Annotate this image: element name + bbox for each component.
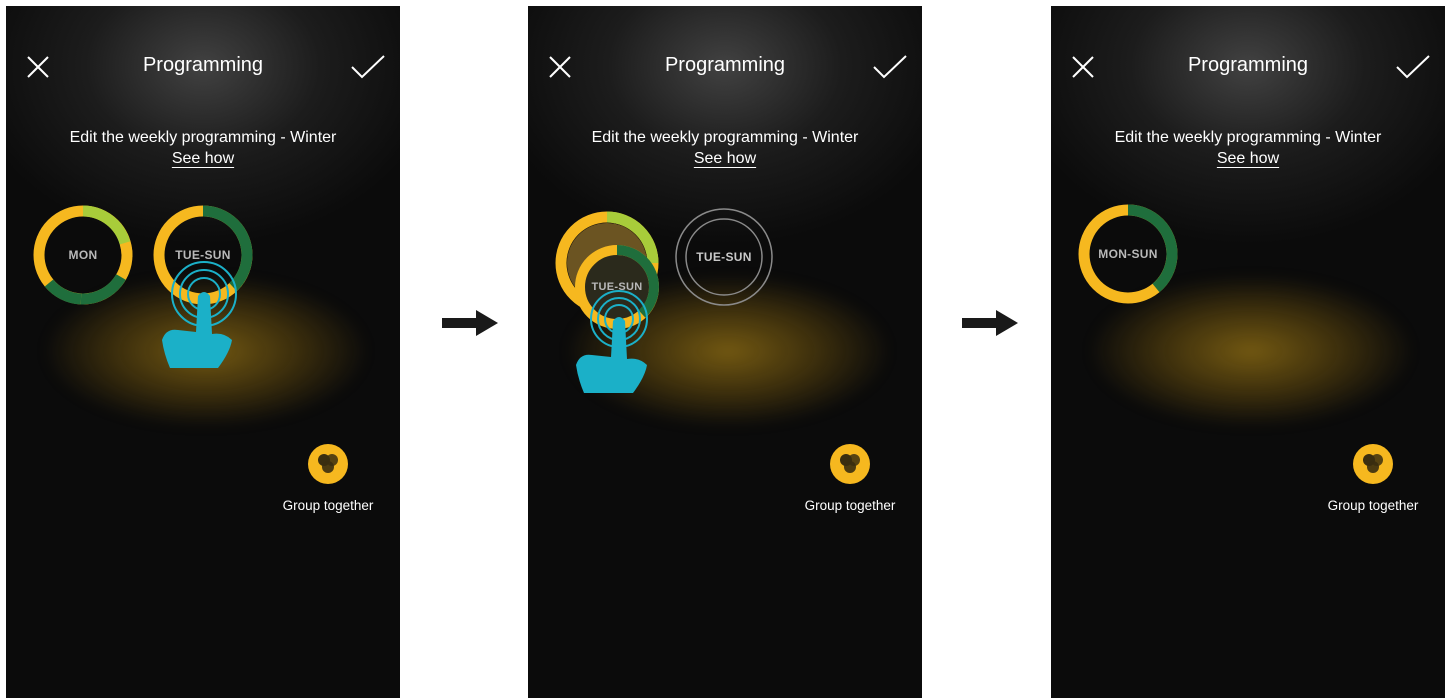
- day-label: MON-SUN: [1098, 247, 1158, 261]
- group-circles-icon[interactable]: [830, 444, 870, 484]
- touch-hand-icon: [162, 261, 237, 368]
- checkmark-icon[interactable]: [872, 53, 908, 81]
- day-label: MON: [68, 248, 98, 262]
- group-together[interactable]: Group together: [1313, 444, 1433, 513]
- see-how-link[interactable]: See how: [1217, 150, 1279, 167]
- group-together[interactable]: Group together: [790, 444, 910, 513]
- page-title: Programming: [142, 54, 264, 76]
- group-together-label: Group together: [282, 498, 374, 513]
- day-ring-mon-sun[interactable]: MON-SUN: [1078, 204, 1178, 304]
- screen-step-2: Programming Edit the weekly programming …: [528, 6, 922, 698]
- page-title: Programming: [664, 54, 786, 76]
- see-how-link-row: See how: [6, 150, 400, 168]
- day-ring-mon[interactable]: MON: [33, 205, 133, 305]
- group-circles-icon[interactable]: [308, 444, 348, 484]
- screen-step-1: Programming Edit the weekly programming …: [6, 6, 400, 698]
- touch-hand-icon: [576, 290, 648, 393]
- group-together[interactable]: Group together: [268, 444, 388, 513]
- group-circles-icon[interactable]: [1353, 444, 1393, 484]
- see-how-link-row: See how: [528, 150, 922, 168]
- subtitle: Edit the weekly programming - Winter: [69, 129, 337, 146]
- checkmark-icon[interactable]: [1395, 53, 1431, 81]
- see-how-link-row: See how: [1051, 150, 1445, 168]
- day-ring-tue-sun-ghost: TUE-SUN: [674, 207, 774, 307]
- arrow-right-icon: [962, 310, 1018, 336]
- group-together-label: Group together: [1327, 498, 1419, 513]
- day-label: TUE-SUN: [696, 250, 752, 264]
- screen-step-3: Programming Edit the weekly programming …: [1051, 6, 1445, 698]
- group-together-label: Group together: [804, 498, 896, 513]
- page-title: Programming: [1187, 54, 1309, 76]
- subtitle: Edit the weekly programming - Winter: [591, 129, 859, 146]
- checkmark-icon[interactable]: [350, 53, 386, 81]
- see-how-link[interactable]: See how: [172, 150, 234, 167]
- see-how-link[interactable]: See how: [694, 150, 756, 167]
- arrow-right-icon: [442, 310, 498, 336]
- subtitle: Edit the weekly programming - Winter: [1114, 129, 1382, 146]
